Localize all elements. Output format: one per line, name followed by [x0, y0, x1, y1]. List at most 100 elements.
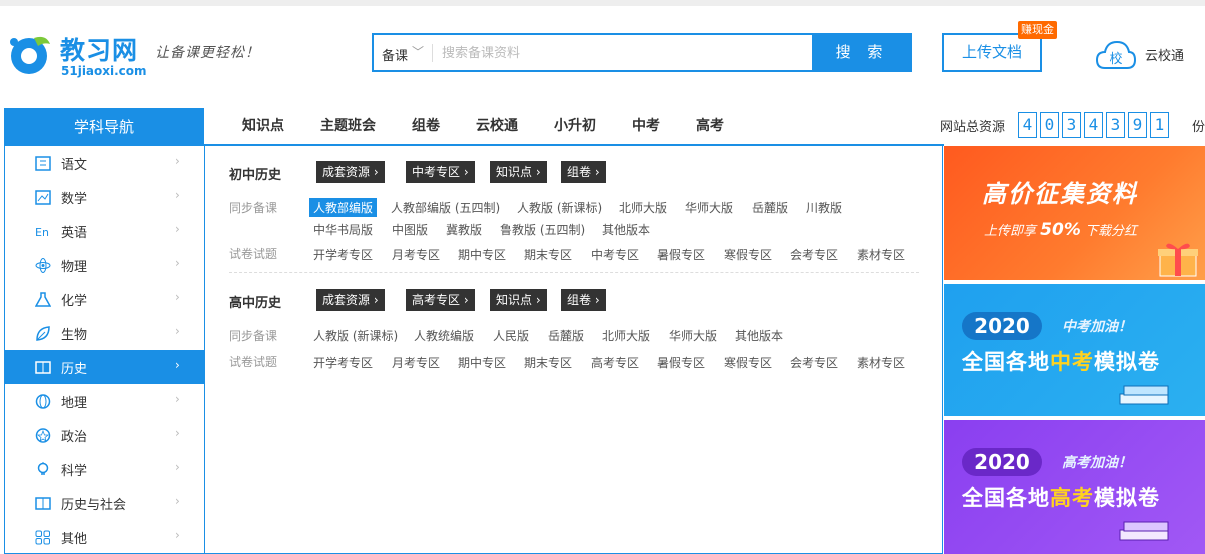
exam-link[interactable]: 寒假专区 — [724, 246, 772, 263]
version-link[interactable]: 人教统编版 — [414, 327, 474, 344]
logo-icon[interactable] — [4, 30, 54, 78]
banner-year: 2020 — [962, 312, 1042, 340]
chevron-right-icon: › — [175, 460, 180, 474]
exam-link[interactable]: 中考专区 — [591, 246, 639, 263]
yunxiaotong-link[interactable]: 云校通 — [1145, 45, 1184, 64]
tag-zhongkao-zone[interactable]: 中考专区 › — [406, 161, 475, 183]
politics-icon — [35, 428, 51, 443]
row-label-sync: 同步备课 — [229, 201, 278, 215]
brand-domain: 51jiaoxi.com — [61, 64, 147, 78]
chevron-right-icon: › — [175, 256, 180, 270]
history-book-icon — [35, 361, 51, 374]
sidebar-item-politics[interactable]: 政治 › — [5, 418, 204, 452]
counter-digit: 0 — [1040, 112, 1059, 138]
nav-item-class-meeting[interactable]: 主题班会 — [302, 108, 394, 144]
tag-complete-resources[interactable]: 成套资源 › — [316, 289, 385, 311]
nav-item-compose-paper[interactable]: 组卷 — [394, 108, 458, 144]
exam-link[interactable]: 会考专区 — [790, 246, 838, 263]
nav-item-yunxiaotong[interactable]: 云校通 — [458, 108, 536, 144]
svg-text:校: 校 — [1109, 51, 1122, 67]
exam-link[interactable]: 月考专区 — [392, 354, 440, 371]
sidebar-item-history-society[interactable]: 历史与社会 › — [5, 486, 204, 520]
exam-link[interactable]: 开学考专区 — [313, 246, 373, 263]
exam-link[interactable]: 寒假专区 — [724, 354, 772, 371]
exam-link[interactable]: 素材专区 — [857, 246, 905, 263]
version-link[interactable]: 其他版本 — [602, 221, 650, 238]
book-icon — [35, 156, 51, 171]
cloud-school-icon[interactable]: 校 — [1095, 38, 1137, 72]
tag-knowledge-points[interactable]: 知识点 › — [490, 161, 547, 183]
sidebar-item-science[interactable]: 科学 › — [5, 452, 204, 486]
sidebar-item-chinese[interactable]: 语文 › — [5, 146, 204, 180]
exam-link[interactable]: 素材专区 — [857, 354, 905, 371]
banner-collect-resources[interactable]: 高价征集资料 上传即享 50% 下载分红 — [944, 146, 1205, 280]
nav-item-gaokao[interactable]: 高考 — [678, 108, 742, 144]
version-link[interactable]: 人教版 (新课标) — [517, 199, 602, 216]
resource-counter: 4 0 3 4 3 9 1 — [1018, 112, 1172, 138]
sidebar-item-math[interactable]: 数学 › — [5, 180, 204, 214]
chevron-right-icon: › — [175, 494, 180, 508]
tag-compose-paper[interactable]: 组卷 › — [561, 161, 606, 183]
tag-gaokao-zone[interactable]: 高考专区 › — [406, 289, 475, 311]
search-button[interactable]: 搜 索 — [812, 33, 912, 72]
sidebar-item-history[interactable]: 历史 › — [5, 350, 204, 384]
search-input[interactable] — [442, 41, 812, 65]
sidebar-item-other[interactable]: 其他 › — [5, 520, 204, 554]
nav-item-primary-to-junior[interactable]: 小升初 — [536, 108, 614, 144]
exam-link[interactable]: 高考专区 — [591, 354, 639, 371]
exam-link[interactable]: 期中专区 — [458, 354, 506, 371]
earn-cash-badge[interactable]: 赚现金 — [1018, 21, 1057, 39]
banner-subtitle: 上传即享 50% 下载分红 — [984, 220, 1137, 240]
nav-item-zhongkao[interactable]: 中考 — [614, 108, 678, 144]
banner-zhongkao-mock[interactable]: 2020 中考加油！ 全国各地中考模拟卷 — [944, 284, 1205, 416]
sidebar-item-geography[interactable]: 地理 › — [5, 384, 204, 418]
version-link[interactable]: 其他版本 — [735, 327, 783, 344]
version-link[interactable]: 岳麓版 — [548, 327, 584, 344]
english-icon: En — [35, 226, 49, 239]
version-link[interactable]: 岳麓版 — [752, 199, 788, 216]
exam-link[interactable]: 期末专区 — [524, 246, 572, 263]
exam-link[interactable]: 暑假专区 — [657, 354, 705, 371]
exam-link[interactable]: 期末专区 — [524, 354, 572, 371]
nav-item-knowledge[interactable]: 知识点 — [224, 108, 302, 144]
chevron-down-icon[interactable]: ﹀ — [412, 43, 424, 60]
version-link[interactable]: 华师大版 — [685, 199, 733, 216]
counter-digit: 3 — [1062, 112, 1081, 138]
banner-slogan: 中考加油！ — [1062, 319, 1132, 335]
grid-icon — [35, 530, 50, 545]
chevron-right-icon: › — [175, 528, 180, 542]
version-link[interactable]: 人教部编版 (五四制) — [391, 199, 500, 216]
search-category-select[interactable]: 备课 — [382, 45, 408, 64]
sidebar-item-label: 历史与社会 — [61, 498, 127, 513]
version-link[interactable]: 华师大版 — [669, 327, 717, 344]
sidebar-item-biology[interactable]: 生物 › — [5, 316, 204, 350]
counter-digit: 4 — [1018, 112, 1037, 138]
version-link[interactable]: 人教版 (新课标) — [313, 327, 398, 344]
tag-compose-paper[interactable]: 组卷 › — [561, 289, 606, 311]
version-link[interactable]: 川教版 — [806, 199, 842, 216]
version-link[interactable]: 冀教版 — [446, 221, 482, 238]
version-link[interactable]: 人民版 — [493, 327, 529, 344]
exam-link[interactable]: 暑假专区 — [657, 246, 705, 263]
chevron-right-icon: › — [175, 324, 180, 338]
sidebar-item-label: 物理 — [61, 260, 88, 275]
version-link[interactable]: 中华书局版 — [313, 221, 373, 238]
version-link[interactable]: 鲁教版 (五四制) — [500, 221, 585, 238]
version-link[interactable]: 人教部编版 — [309, 198, 378, 217]
tag-complete-resources[interactable]: 成套资源 › — [316, 161, 385, 183]
version-link[interactable]: 北师大版 — [602, 327, 650, 344]
sidebar-item-chemistry[interactable]: 化学 › — [5, 282, 204, 316]
globe-icon — [35, 394, 51, 409]
banner-gaokao-mock[interactable]: 2020 高考加油！ 全国各地高考模拟卷 — [944, 420, 1205, 554]
sidebar-item-physics[interactable]: 物理 › — [5, 248, 204, 282]
brand-name[interactable]: 教习网 — [60, 31, 138, 67]
tag-knowledge-points[interactable]: 知识点 › — [490, 289, 547, 311]
version-link[interactable]: 中图版 — [392, 221, 428, 238]
exam-link[interactable]: 会考专区 — [790, 354, 838, 371]
version-link[interactable]: 北师大版 — [619, 199, 667, 216]
exam-link[interactable]: 月考专区 — [392, 246, 440, 263]
exam-link[interactable]: 开学考专区 — [313, 354, 373, 371]
sidebar-item-english[interactable]: En 英语 › — [5, 214, 204, 248]
exam-link[interactable]: 期中专区 — [458, 246, 506, 263]
resource-unit: 份 — [1192, 120, 1205, 135]
